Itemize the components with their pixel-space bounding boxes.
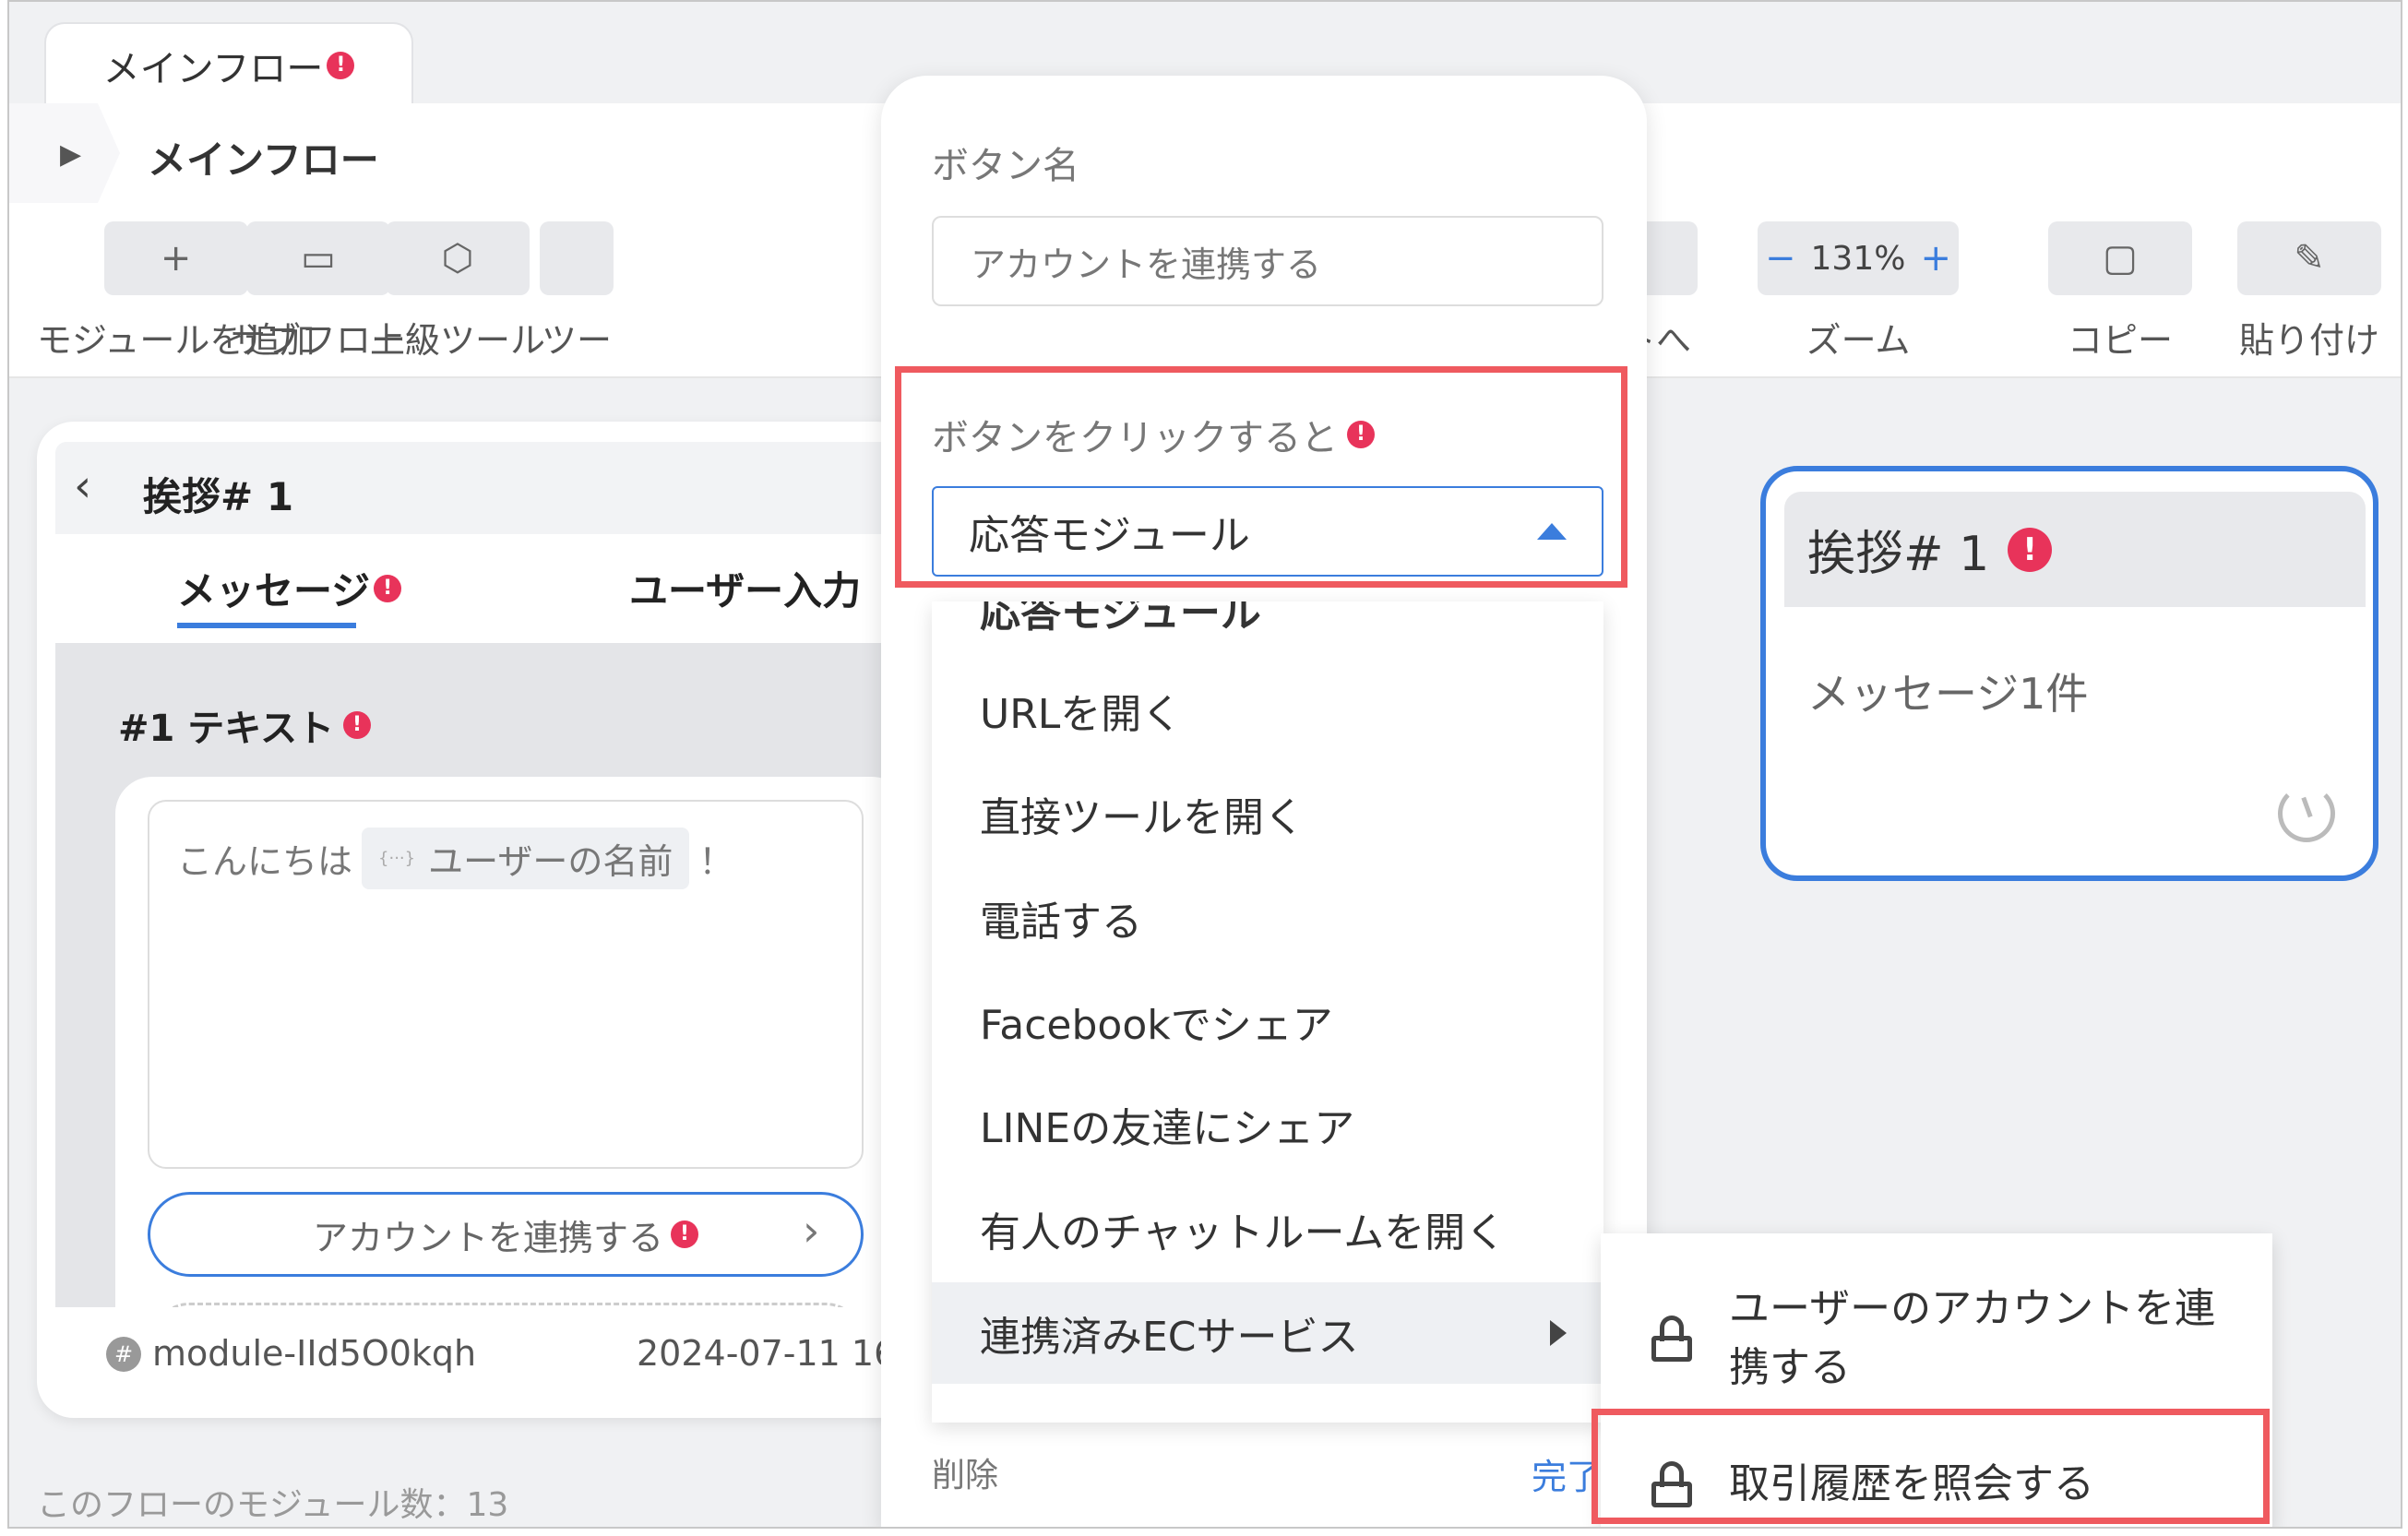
node-header: 挨拶# 1 ! <box>1784 492 2366 607</box>
history-icon <box>2278 785 2335 842</box>
warning-icon: ! <box>1347 421 1375 448</box>
option-facebook-share[interactable]: Facebookでシェア <box>932 970 1603 1072</box>
submenu-item-link-account[interactable]: ユーザーのアカウントを連携する <box>1601 1280 2272 1398</box>
tab-user-input[interactable]: ユーザー入力 <box>629 560 861 616</box>
node-body: メッセージ1件 <box>1807 669 2089 719</box>
message-text: こんにちは {···} ユーザーの名前 ！ <box>177 828 733 889</box>
module-id: module-IId5O0kqh <box>152 1333 477 1374</box>
link-account-label: アカウントを連携する <box>312 1217 663 1258</box>
variable-label: ユーザーの名前 <box>428 841 674 882</box>
submenu-arrow-icon <box>1550 1320 1567 1346</box>
option-open-url[interactable]: URLを開く <box>932 660 1603 761</box>
warning-icon: ! <box>327 52 355 79</box>
warning-icon: ! <box>343 711 372 739</box>
text-prefix: こんにちは <box>177 841 353 882</box>
zoom-out-button[interactable]: − <box>1765 237 1796 280</box>
zoom-label: ズーム <box>1806 320 1911 361</box>
zoom-control: − 131% + ズーム <box>1758 221 1959 363</box>
flow-node[interactable]: 挨拶# 1 ! メッセージ1件 <box>1760 466 2378 881</box>
text-suffix: ！ <box>698 841 734 882</box>
action-dropdown: 応答モジュール URLを開く 直接ツールを開く 電話する Facebookでシェ… <box>932 601 1603 1423</box>
warning-icon: ! <box>2008 527 2053 572</box>
copy-label: コピー <box>2067 320 2173 361</box>
warning-icon: ! <box>671 1220 698 1248</box>
breadcrumb-title: メインフロー <box>148 137 379 183</box>
card-title: 挨拶# 1 <box>143 474 294 519</box>
option-ec-service[interactable]: 連携済みECサービス <box>932 1282 1603 1384</box>
section-title-label: #1 テキスト <box>118 708 335 750</box>
highlight-box <box>1591 1409 2270 1524</box>
on-click-label: ボタンをクリックすると ! <box>932 408 1375 461</box>
tools-label: ツー <box>541 320 612 361</box>
tab-user-input-label: ユーザー入力 <box>629 568 862 613</box>
tab-main-flow[interactable]: メインフロー ! <box>44 22 413 107</box>
option-open-tool[interactable]: 直接ツールを開く <box>932 763 1603 864</box>
tab-message[interactable]: メッセージ ! <box>177 560 402 616</box>
option-call[interactable]: 電話する <box>932 867 1603 969</box>
caret-up-icon <box>1537 523 1567 540</box>
back-chevron-icon[interactable]: ‹ <box>74 460 91 512</box>
plus-icon: + <box>103 221 248 295</box>
variable-icon: {···} <box>378 849 416 868</box>
module-card: ‹ 挨拶# 1 メッセージ ! ユーザー入力 #1 テキスト ! こんにちは {… <box>37 422 913 1418</box>
warning-icon: ! <box>374 574 402 602</box>
option-open-chatroom[interactable]: 有人のチャットルームを開く <box>932 1178 1603 1280</box>
paste-button[interactable]: ✎ 貼り付け <box>2237 221 2381 363</box>
zoom-value: 131% <box>1810 239 1906 278</box>
copy-button[interactable]: ▢ コピー <box>2048 221 2192 363</box>
app-window: メインフロー ! ▶ メインフロー + モジュールを追加 ▭ サブフロー ⬡ 上… <box>7 0 2402 1529</box>
option-line-share[interactable]: LINEの友達にシェア <box>932 1074 1603 1175</box>
delete-button[interactable]: 削除 <box>932 1448 998 1496</box>
chevron-right-icon: › <box>803 1206 820 1256</box>
action-select[interactable]: 応答モジュール <box>932 486 1603 577</box>
copy-icon: ▢ <box>2048 221 2192 295</box>
tool-icon <box>540 221 614 295</box>
option-ec-service-label: 連携済みECサービス <box>980 1314 1359 1361</box>
option-response-module[interactable]: 応答モジュール <box>932 601 1603 638</box>
module-count: このフローのモジュール数：13 <box>37 1486 509 1524</box>
submenu-item-label: ユーザーのアカウントを連携する <box>1729 1285 2216 1391</box>
button-name-label: ボタン名 <box>932 145 1079 187</box>
expand-panel-icon[interactable]: ▶ <box>60 138 81 171</box>
tab-label: メインフロー <box>102 48 324 90</box>
lock-icon <box>1651 1315 1692 1362</box>
hash-icon: # <box>106 1337 141 1372</box>
button-name-input[interactable]: アカウントを連携する <box>932 216 1603 306</box>
tools-button[interactable]: ツー <box>484 221 669 363</box>
node-title: 挨拶# 1 <box>1807 527 1990 582</box>
variable-chip[interactable]: {···} ユーザーの名前 <box>362 828 690 889</box>
section-title: #1 テキスト ! <box>118 698 372 752</box>
module-date: 2024-07-11 16:4 <box>637 1333 913 1374</box>
link-account-button[interactable]: アカウントを連携する ! <box>148 1192 864 1277</box>
active-tab-underline <box>177 623 356 628</box>
on-click-label-text: ボタンをクリックすると <box>932 417 1338 459</box>
tab-message-label: メッセージ <box>177 568 371 613</box>
action-select-value: 応答モジュール <box>969 512 1250 559</box>
zoom-in-button[interactable]: + <box>1920 237 1951 280</box>
brush-icon: ✎ <box>2237 221 2381 295</box>
paste-label: 貼り付け <box>2238 320 2379 361</box>
